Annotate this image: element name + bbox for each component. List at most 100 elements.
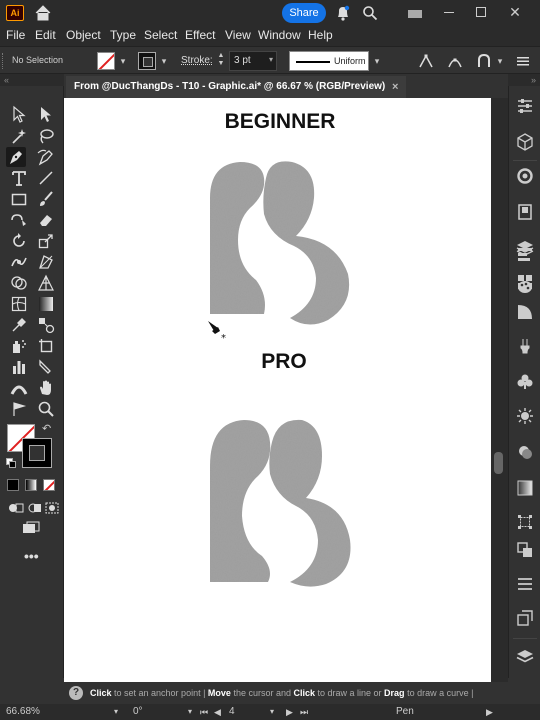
control-bar-menu-icon[interactable]: [515, 53, 531, 69]
perspective-grid-tool-icon[interactable]: [36, 273, 56, 293]
draw-normal-icon[interactable]: [6, 498, 26, 518]
anchor-convert-icon[interactable]: [418, 53, 434, 69]
libraries-panel-icon[interactable]: [515, 202, 535, 222]
scrollbar-thumb[interactable]: [494, 452, 503, 474]
menu-help[interactable]: Help: [308, 28, 333, 42]
blend-tool-icon[interactable]: [36, 315, 56, 335]
stroke-swatch[interactable]: [138, 52, 156, 70]
type-tool-icon[interactable]: [9, 168, 29, 188]
stroke-color-box[interactable]: [22, 438, 52, 468]
workspace-switcher-icon[interactable]: [408, 9, 422, 18]
draw-inside-icon[interactable]: [42, 498, 62, 518]
transform-panel-icon[interactable]: [515, 512, 535, 532]
handles-icon[interactable]: [476, 53, 492, 69]
artboard-canvas[interactable]: BEGINNER * PRO: [64, 98, 491, 682]
profile-dropdown-chevron-icon[interactable]: ▾: [371, 52, 383, 70]
menu-window[interactable]: Window: [258, 28, 301, 42]
artboard-number-field[interactable]: 4: [229, 704, 267, 720]
menu-edit[interactable]: Edit: [35, 28, 56, 42]
direct-selection-tool-icon[interactable]: [36, 104, 56, 124]
default-fill-stroke-icon[interactable]: [6, 458, 16, 468]
magic-wand-tool-icon[interactable]: [9, 126, 29, 146]
screen-mode-icon[interactable]: [21, 519, 41, 539]
brushes-panel-icon[interactable]: [515, 336, 535, 356]
lasso-tool-icon[interactable]: [36, 126, 56, 146]
next-artboard-icon[interactable]: ▶: [286, 704, 293, 720]
variable-width-profile-select[interactable]: Uniform: [289, 51, 369, 71]
gradient-panel-icon[interactable]: [515, 478, 535, 498]
menu-file[interactable]: File: [6, 28, 25, 42]
color-mode-button[interactable]: [7, 479, 19, 491]
properties-panel-icon[interactable]: [515, 96, 535, 116]
eraser-tool-icon[interactable]: [36, 210, 56, 230]
zoom-level[interactable]: 66.68%: [6, 704, 40, 720]
mesh-tool-icon[interactable]: [9, 294, 29, 314]
help-icon[interactable]: ?: [69, 686, 83, 700]
column-graph-tool-icon[interactable]: [9, 357, 29, 377]
shape-builder-tool-icon[interactable]: [9, 273, 29, 293]
symbols-panel-icon[interactable]: [515, 372, 535, 392]
menu-type[interactable]: Type: [110, 28, 136, 42]
smooth-anchor-icon[interactable]: [447, 53, 463, 69]
curvature-tool-icon[interactable]: [36, 147, 56, 167]
window-close-button[interactable]: ✕: [508, 4, 522, 20]
menu-effect[interactable]: Effect: [185, 28, 215, 42]
gradient-tool-icon[interactable]: [36, 294, 56, 314]
pen-tool-icon[interactable]: [6, 147, 26, 167]
layers-stack-panel-icon[interactable]: [515, 647, 535, 667]
panel-grip[interactable]: [2, 53, 5, 69]
document-tab[interactable]: From @DucThangDs - T10 - Graphic.ai* @ 6…: [66, 76, 406, 98]
zoom-tool-icon[interactable]: [36, 399, 56, 419]
stroke-label[interactable]: Stroke:: [181, 55, 213, 66]
paragraph-panel-icon[interactable]: [515, 574, 535, 594]
stroke-panel-icon[interactable]: [515, 442, 535, 462]
appearance-panel-icon[interactable]: [515, 276, 535, 296]
rotation-dropdown-chevron-icon[interactable]: ▾: [188, 704, 192, 720]
home-icon[interactable]: [34, 5, 52, 21]
zoom-dropdown-chevron-icon[interactable]: ▾: [114, 704, 118, 720]
paintbrush-tool-icon[interactable]: [36, 189, 56, 209]
fill-dropdown-chevron-icon[interactable]: ▾: [117, 52, 129, 70]
color-guide-panel-icon[interactable]: [515, 166, 535, 186]
swap-fill-stroke-icon[interactable]: ↶: [42, 422, 51, 435]
panels-collapse-chevron-icon[interactable]: »: [508, 74, 540, 86]
stroke-dropdown-chevron-icon[interactable]: ▾: [158, 52, 170, 70]
more-chevron-icon[interactable]: ▾: [494, 52, 506, 70]
width-tool-icon[interactable]: [9, 378, 29, 398]
symbol-sprayer-tool-icon[interactable]: [9, 336, 29, 356]
artboard-tool-icon[interactable]: [36, 336, 56, 356]
search-icon[interactable]: [362, 5, 378, 21]
previous-artboard-icon[interactable]: ◀: [214, 704, 221, 720]
align-panel-icon[interactable]: [515, 244, 535, 264]
chevron-down-icon[interactable]: ▾: [269, 55, 273, 64]
share-button[interactable]: Share: [282, 3, 326, 23]
selection-tool-icon[interactable]: [9, 104, 29, 124]
draw-behind-icon[interactable]: [24, 498, 44, 518]
rectangle-tool-icon[interactable]: [9, 189, 29, 209]
edit-toolbar-more-icon[interactable]: •••: [24, 548, 39, 564]
canvas-vertical-scrollbar[interactable]: [491, 98, 508, 682]
menu-view[interactable]: View: [225, 28, 251, 42]
notifications-bell-icon[interactable]: [336, 5, 350, 21]
line-segment-tool-icon[interactable]: [36, 168, 56, 188]
window-minimize-button[interactable]: [444, 12, 454, 13]
slice-tool-icon[interactable]: [36, 357, 56, 377]
3d-materials-panel-icon[interactable]: [515, 132, 535, 152]
last-artboard-icon[interactable]: ⏭: [300, 704, 308, 720]
artboard-dropdown-chevron-icon[interactable]: ▾: [270, 704, 274, 720]
artboards-panel-icon[interactable]: [515, 608, 535, 628]
scale-tool-icon[interactable]: [36, 231, 56, 251]
rotate-tool-icon[interactable]: [9, 231, 29, 251]
pathfinder-panel-icon[interactable]: [515, 540, 535, 560]
stroke-weight-stepper[interactable]: ▲ ▼: [215, 52, 227, 70]
fill-swatch[interactable]: [97, 52, 115, 70]
first-artboard-icon[interactable]: ⏮: [200, 704, 208, 720]
gradient-mode-button[interactable]: [25, 479, 37, 491]
toolbar-collapse-chevron-icon[interactable]: «: [0, 74, 64, 86]
free-transform-tool-icon[interactable]: [36, 252, 56, 272]
close-document-icon[interactable]: ×: [392, 76, 398, 98]
shaper-tool-icon[interactable]: [9, 210, 29, 230]
menu-select[interactable]: Select: [144, 28, 177, 42]
graphic-styles-panel-icon[interactable]: [515, 406, 535, 426]
none-mode-button[interactable]: [43, 479, 55, 491]
